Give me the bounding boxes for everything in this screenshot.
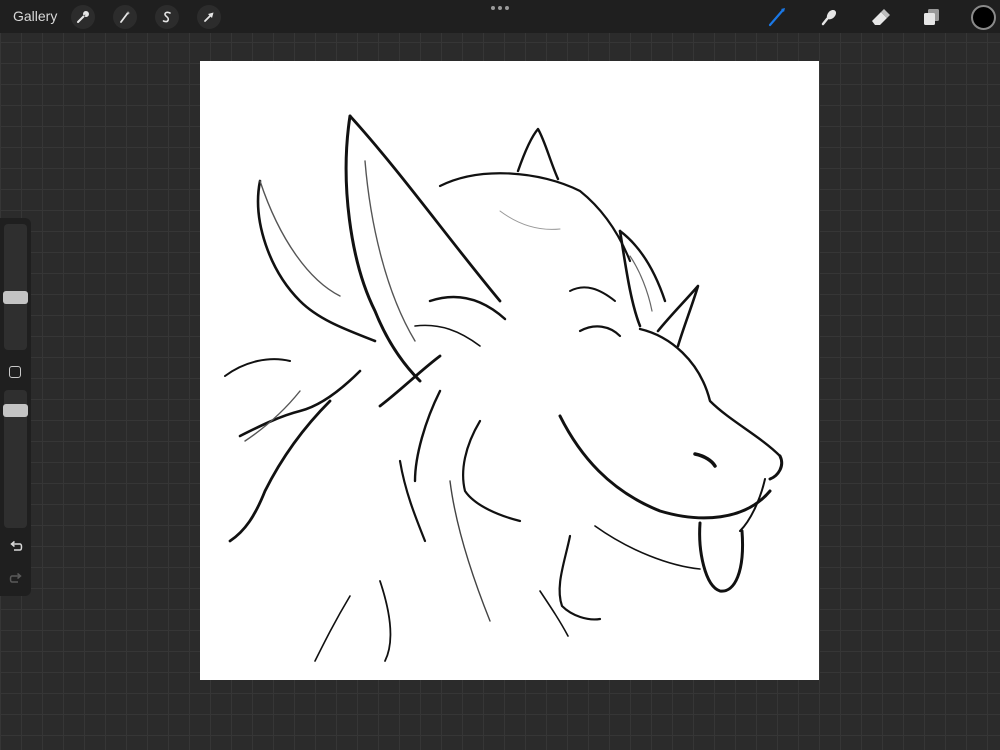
arrow-cursor-icon <box>204 12 214 22</box>
transform-button[interactable] <box>197 5 221 29</box>
opacity-thumb[interactable] <box>3 404 28 417</box>
modify-button[interactable] <box>9 366 21 378</box>
undo-button[interactable] <box>6 536 26 556</box>
color-picker-swatch[interactable] <box>971 5 996 30</box>
eraser-icon <box>872 9 890 25</box>
opacity-slider[interactable] <box>3 390 28 528</box>
smudge-tool-button[interactable] <box>816 4 842 30</box>
gallery-button[interactable]: Gallery <box>13 8 57 24</box>
redo-button[interactable] <box>6 568 26 588</box>
top-toolbar: Gallery <box>0 0 1000 33</box>
layers-button[interactable] <box>918 4 944 30</box>
adjustments-button[interactable] <box>113 5 137 29</box>
line-art-sketch <box>224 114 784 662</box>
redo-arrow-icon <box>9 572 22 583</box>
drawing-canvas[interactable] <box>200 61 819 680</box>
actions-button[interactable] <box>71 5 95 29</box>
layers-icon <box>924 9 939 25</box>
selection-s-icon <box>162 11 171 23</box>
smudge-finger-icon <box>821 10 837 26</box>
magic-wand-icon <box>120 11 131 23</box>
more-options-icon[interactable] <box>488 3 512 13</box>
brush-size-thumb[interactable] <box>3 291 28 304</box>
brush-icon <box>768 8 785 27</box>
brush-size-slider[interactable] <box>3 224 28 350</box>
sidebar <box>0 218 31 596</box>
wrench-icon <box>77 11 89 23</box>
brush-tool-button[interactable] <box>764 4 790 30</box>
selection-button[interactable] <box>155 5 179 29</box>
undo-arrow-icon <box>10 540 23 551</box>
eraser-tool-button[interactable] <box>867 4 893 30</box>
